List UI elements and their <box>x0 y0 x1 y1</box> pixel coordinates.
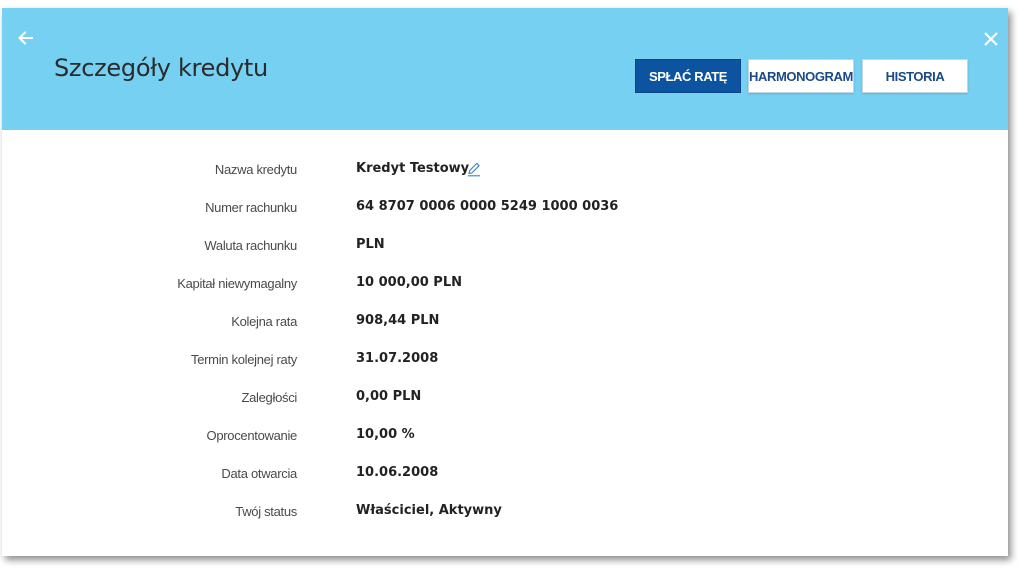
detail-row-capital: Kapitał niewymagalny 10 000,00 PLN <box>2 272 1008 296</box>
account-number-value: 64 8707 0006 0000 5249 1000 0036 <box>356 199 619 214</box>
header-bar: Szczegóły kredytu SPŁAĆ RATĘ HARMONOGRAM… <box>2 8 1008 130</box>
detail-row-loan-name: Nazwa kredytu Kredyt Testowy <box>2 158 1008 182</box>
loan-name-label: Nazwa kredytu <box>214 162 297 177</box>
arrears-value: 0,00 PLN <box>356 389 422 404</box>
detail-row-account-number: Numer rachunku 64 8707 0006 0000 5249 10… <box>2 196 1008 220</box>
opening-date-label: Data otwarcia <box>221 466 297 481</box>
detail-row-next-installment-date: Termin kolejnej raty 31.07.2008 <box>2 348 1008 372</box>
status-value: Właściciel, Aktywny <box>356 503 502 518</box>
interest-value: 10,00 % <box>356 427 415 442</box>
arrears-label: Zaległości <box>241 390 297 405</box>
pencil-icon[interactable] <box>466 161 482 177</box>
repay-installment-button[interactable]: SPŁAĆ RATĘ <box>635 59 741 93</box>
currency-label: Waluta rachunku <box>204 238 297 253</box>
capital-label: Kapitał niewymagalny <box>177 276 297 291</box>
account-number-label: Numer rachunku <box>205 200 297 215</box>
detail-row-status: Twój status Właściciel, Aktywny <box>2 500 1008 524</box>
detail-row-interest: Oprocentowanie 10,00 % <box>2 424 1008 448</box>
detail-row-currency: Waluta rachunku PLN <box>2 234 1008 258</box>
detail-row-arrears: Zaległości 0,00 PLN <box>2 386 1008 410</box>
next-installment-label: Kolejna rata <box>231 314 297 329</box>
capital-value: 10 000,00 PLN <box>356 275 462 290</box>
next-installment-value: 908,44 PLN <box>356 313 440 328</box>
next-installment-date-label: Termin kolejnej raty <box>191 352 297 367</box>
loan-name-value: Kredyt Testowy <box>356 161 470 176</box>
detail-row-next-installment: Kolejna rata 908,44 PLN <box>2 310 1008 334</box>
status-label: Twój status <box>235 504 297 519</box>
opening-date-value: 10.06.2008 <box>356 465 439 480</box>
detail-row-opening-date: Data otwarcia 10.06.2008 <box>2 462 1008 486</box>
history-button[interactable]: HISTORIA <box>862 59 968 93</box>
arrow-left-icon[interactable] <box>16 28 36 48</box>
loan-details-window: Szczegóły kredytu SPŁAĆ RATĘ HARMONOGRAM… <box>2 8 1008 556</box>
schedule-button[interactable]: HARMONOGRAM <box>748 59 854 93</box>
close-icon[interactable] <box>981 29 1001 49</box>
interest-label: Oprocentowanie <box>206 428 298 443</box>
page-title: Szczegóły kredytu <box>54 54 268 82</box>
next-installment-date-value: 31.07.2008 <box>356 351 439 366</box>
currency-value: PLN <box>356 237 385 252</box>
